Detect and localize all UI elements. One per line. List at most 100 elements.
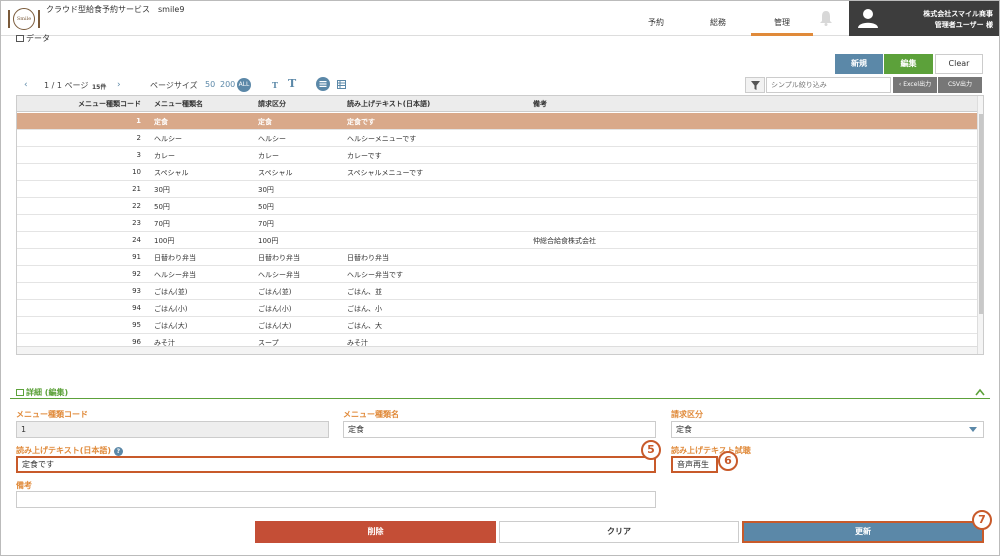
collapse-icon[interactable] xyxy=(975,388,985,396)
csv-export-button[interactable]: CSV出力 xyxy=(938,77,982,93)
delete-button[interactable]: 削除 xyxy=(255,521,496,543)
tts-check-label: 読み上げテキスト試聴 xyxy=(671,446,751,455)
marker-5: 5 xyxy=(641,440,661,460)
page-size-all-badge: ALL xyxy=(237,78,251,92)
data-section-title-text: データ xyxy=(26,34,50,43)
table-row[interactable]: 3 カレー カレー カレーです xyxy=(17,147,977,164)
table-cell: 91 xyxy=(132,253,141,261)
filter-button[interactable] xyxy=(745,77,765,93)
font-large-icon[interactable]: T xyxy=(288,77,296,90)
clear-button[interactable]: Clear xyxy=(935,54,983,74)
user-menu[interactable]: 株式会社スマイル商事 管理者ユーザー 様 xyxy=(849,1,999,36)
table-cell: ごはん(並) xyxy=(154,288,188,296)
page-size-200[interactable]: 200 xyxy=(220,80,235,89)
tts-label: 読み上げテキスト(日本語) ? xyxy=(16,445,123,456)
marker-6: 6 xyxy=(718,451,738,471)
play-audio-button[interactable]: 音声再生 xyxy=(671,456,718,473)
col-header-note[interactable]: 備考 xyxy=(533,99,547,109)
table-cell: 仲総合給食株式会社 xyxy=(533,237,596,245)
table-cell: 70円 xyxy=(154,220,170,228)
table-cell: ごはん(並) xyxy=(258,288,292,296)
app-title: クラウド型給食予約サービス smile9 xyxy=(46,5,185,14)
col-header-billing[interactable]: 請求区分 xyxy=(258,99,286,109)
help-icon[interactable]: ? xyxy=(113,447,123,456)
table-cell: 92 xyxy=(132,270,141,278)
table-row[interactable]: 92 ヘルシー弁当 ヘルシー弁当 ヘルシー弁当です xyxy=(17,266,977,283)
edit-doc-icon xyxy=(16,389,24,396)
font-small-icon[interactable]: T xyxy=(272,80,278,90)
chevron-down-icon xyxy=(969,427,977,432)
page-size-50[interactable]: 50 xyxy=(205,80,215,89)
bell-icon[interactable] xyxy=(819,10,833,26)
excel-export-button[interactable]: ‹ Excel出力 xyxy=(893,77,937,93)
prev-page-icon[interactable]: ‹ xyxy=(24,80,28,90)
new-button[interactable]: 新規 xyxy=(835,54,883,74)
table-cell: ごはん、並 xyxy=(347,288,382,296)
table-cell: ごはん、大 xyxy=(347,322,382,330)
update-button[interactable]: 更新 xyxy=(742,521,984,543)
list-view-icon[interactable] xyxy=(316,77,330,91)
table-cell: 2 xyxy=(136,134,141,142)
col-header-name[interactable]: メニュー種類名 xyxy=(154,99,203,109)
billing-label: 請求区分 xyxy=(671,410,703,419)
table-cell: ごはん(大) xyxy=(154,322,188,330)
next-page-icon[interactable]: › xyxy=(117,80,121,90)
edit-button[interactable]: 編集 xyxy=(884,54,933,74)
nav-reservation[interactable]: 予約 xyxy=(637,15,675,36)
table-cell: ヘルシー弁当 xyxy=(154,271,196,279)
billing-select[interactable]: 定食 xyxy=(671,421,984,438)
page-size-all[interactable]: ALL xyxy=(237,78,251,92)
table-cell: 定食 xyxy=(154,118,168,126)
table-cell: 94 xyxy=(132,304,141,312)
table-icon xyxy=(16,35,24,42)
table-cell: 3 xyxy=(136,151,141,159)
table-row[interactable]: 93 ごはん(並) ごはん(並) ごはん、並 xyxy=(17,283,977,300)
table-cell: 10 xyxy=(132,168,141,176)
table-row[interactable]: 95 ごはん(大) ごはん(大) ごはん、大 xyxy=(17,317,977,334)
table-cell: 100円 xyxy=(154,237,175,245)
user-company: 株式会社スマイル商事 xyxy=(923,10,993,18)
table-cell: スペシャルメニューです xyxy=(347,169,424,177)
table-cell: 50円 xyxy=(154,203,170,211)
tts-text-field[interactable]: 定食です xyxy=(16,456,656,473)
grid-horizontal-scrollbar[interactable] xyxy=(17,346,977,354)
table-cell: カレーです xyxy=(347,152,382,160)
table-cell: 96 xyxy=(132,338,141,346)
table-row[interactable]: 10 スペシャル スペシャル スペシャルメニューです xyxy=(17,164,977,181)
table-cell: カレー xyxy=(258,152,279,160)
marker-7: 7 xyxy=(972,510,992,530)
page-size-label: ページサイズ xyxy=(150,81,198,90)
code-label: メニュー種類コード xyxy=(16,410,88,419)
table-row[interactable]: 22 50円 50円 xyxy=(17,198,977,215)
table-cell: 22 xyxy=(132,202,141,210)
table-row[interactable]: 23 70円 70円 xyxy=(17,215,977,232)
nav-general-affairs[interactable]: 総務 xyxy=(699,15,737,36)
note-label: 備考 xyxy=(16,481,32,490)
name-field[interactable]: 定食 xyxy=(343,421,656,438)
table-row[interactable]: 94 ごはん(小) ごはん(小) ごはん、小 xyxy=(17,300,977,317)
grid-vertical-scrollbar[interactable] xyxy=(977,96,983,354)
data-section-title: データ xyxy=(16,33,50,44)
table-cell: 日替わり弁当 xyxy=(154,254,196,262)
grid-view-icon[interactable] xyxy=(337,80,346,89)
nav-admin[interactable]: 管理 xyxy=(751,15,813,36)
table-cell: 定食 xyxy=(258,118,272,126)
table-cell: ごはん(小) xyxy=(258,305,292,313)
table-cell: 95 xyxy=(132,321,141,329)
col-header-code[interactable]: メニュー種類コード xyxy=(78,99,141,109)
note-field[interactable] xyxy=(16,491,656,508)
table-cell: 24 xyxy=(132,236,141,244)
clear-form-button[interactable]: クリア xyxy=(499,521,739,543)
table-cell: ヘルシーメニューです xyxy=(347,135,417,143)
table-row[interactable]: 21 30円 30円 xyxy=(17,181,977,198)
filter-input[interactable] xyxy=(766,77,891,93)
table-row[interactable]: 1 定食 定食 定食です xyxy=(17,113,977,130)
detail-section-title-text: 詳細 (編集) xyxy=(26,388,69,397)
table-cell: 100円 xyxy=(258,237,279,245)
table-cell: 70円 xyxy=(258,220,274,228)
table-row[interactable]: 24 100円 100円 仲総合給食株式会社 xyxy=(17,232,977,249)
col-header-tts[interactable]: 読み上げテキスト(日本語) xyxy=(347,99,430,109)
scrollbar-thumb[interactable] xyxy=(979,114,983,314)
table-row[interactable]: 2 ヘルシー ヘルシー ヘルシーメニューです xyxy=(17,130,977,147)
table-row[interactable]: 91 日替わり弁当 日替わり弁当 日替わり弁当 xyxy=(17,249,977,266)
